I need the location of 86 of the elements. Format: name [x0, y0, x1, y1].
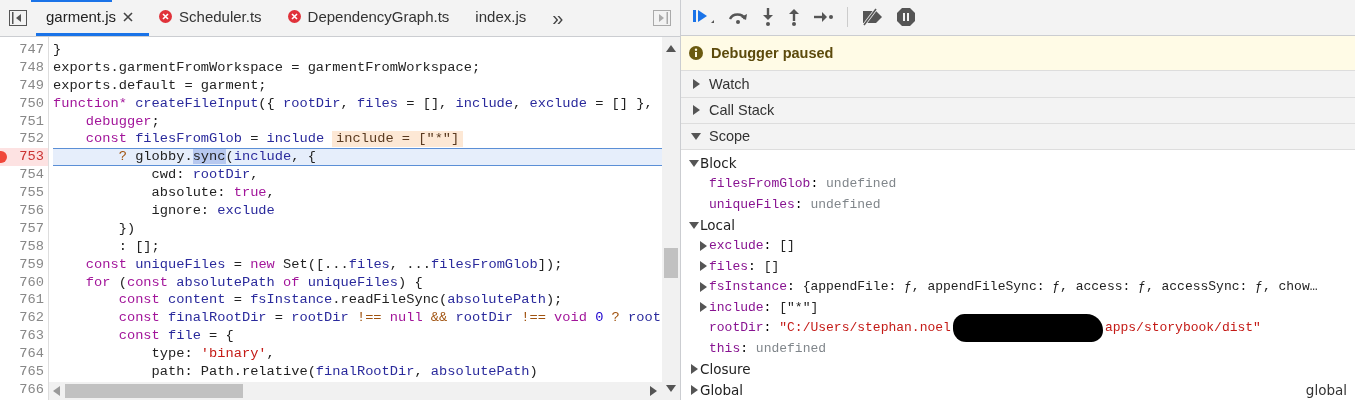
- code-line: for (const absolutePath of uniqueFiles) {: [84, 273, 423, 292]
- code-line: path: Path.relative(finalRootDir, absolutePath): [150, 363, 538, 381]
- info-icon: [689, 46, 703, 61]
- line-number: 762: [19, 310, 44, 326]
- scope-variable: this: undefined: [709, 341, 827, 356]
- line-number: 758: [19, 238, 44, 254]
- vertical-scrollbar[interactable]: [662, 37, 680, 400]
- line-number: 761: [19, 292, 44, 308]
- scope-variable: include: ["*"]: [709, 299, 819, 315]
- code-line: : [];: [117, 237, 160, 256]
- scope-variable: filesFromGlob: undefined: [709, 176, 897, 192]
- inline-value: include = ["*"]: [332, 131, 464, 148]
- section-header[interactable]: Watch: [681, 71, 1355, 98]
- line-number: 754: [19, 167, 44, 183]
- paused-message: Debugger paused: [711, 45, 834, 62]
- line-number: 764: [19, 346, 44, 362]
- scope-variable: rootDir: "C:/Users/stephan.noel: [709, 320, 951, 336]
- scope-value: apps/storybook/dist": [1104, 320, 1261, 336]
- collapsed-triangle-icon[interactable]: [688, 383, 700, 396]
- code-line: exports.garmentFromWorkspace = garmentFromWorkspace;: [53, 58, 481, 77]
- collapsed-triangle-icon[interactable]: [697, 301, 709, 314]
- section-header[interactable]: Call Stack: [681, 97, 1355, 124]
- step-icon[interactable]: [813, 10, 835, 25]
- line-number: 752: [19, 131, 44, 147]
- code-line: const uniqueFiles = new Set([...files, ...filesFromGlob]);: [84, 255, 563, 274]
- collapsed-triangle-icon[interactable]: [690, 78, 702, 90]
- sidebar-toggle-icon[interactable]: [9, 10, 27, 26]
- collapsed-triangle-icon[interactable]: [688, 363, 700, 376]
- close-icon[interactable]: [123, 11, 134, 22]
- scroll-up-icon[interactable]: [666, 45, 676, 52]
- code-line: }): [117, 219, 136, 238]
- line-number: 748: [19, 59, 44, 75]
- code-line: const finalRootDir = rootDir !== null && rootDir !== void 0 ? root: [117, 309, 661, 328]
- code-line: const content = fsInstance.readFileSync(absolutePath);: [117, 291, 563, 310]
- line-number: 765: [19, 364, 44, 380]
- line-number: 751: [19, 113, 44, 129]
- scroll-right-icon[interactable]: [650, 386, 658, 396]
- scroll-thumb[interactable]: [664, 248, 678, 278]
- collapsed-triangle-icon[interactable]: [697, 260, 709, 273]
- scope-variable: exclude: []: [709, 238, 795, 254]
- line-number: 756: [19, 203, 44, 218]
- scope-variable: uniqueFiles: undefined: [709, 196, 881, 212]
- more-tabs-button[interactable]: »: [542, 0, 574, 36]
- sidebar-toggle-icon[interactable]: [653, 10, 671, 26]
- code-line: ignore: exclude: [150, 202, 275, 220]
- editor-tab[interactable]: garment.js: [36, 0, 150, 36]
- pause-icon[interactable]: [896, 7, 916, 28]
- horizontal-scrollbar[interactable]: [49, 382, 662, 400]
- scope-name[interactable]: Block: [700, 155, 737, 172]
- code-line: function* createFileInput({ rootDir, files = [], include, exclude = [] },: [53, 94, 653, 113]
- line-number: 757: [19, 220, 44, 236]
- scope-variable: fsInstance: {appendFile: ƒ, appendFileSync: ƒ, access: ƒ, accessSync: ƒ, chow…: [709, 279, 1318, 295]
- code-line: type: 'binary',: [150, 345, 275, 364]
- scope-name[interactable]: Local: [700, 216, 735, 233]
- line-number: 749: [19, 77, 44, 93]
- step-into-icon[interactable]: [761, 7, 775, 28]
- scroll-down-icon[interactable]: [666, 385, 676, 392]
- scope-variable: files: []: [709, 258, 780, 274]
- code-line: const file = {: [117, 327, 234, 346]
- scope-name[interactable]: Closure: [700, 361, 751, 378]
- editor-tab[interactable]: DependencyGraph.ts: [277, 0, 466, 36]
- editor-tab[interactable]: Scheduler.ts: [149, 0, 278, 36]
- line-number: 750: [19, 95, 44, 111]
- line-number: 755: [19, 185, 44, 201]
- line-number: 763: [19, 328, 44, 344]
- code-line: debugger;: [84, 112, 160, 131]
- deactivate-breakpoints-icon[interactable]: [860, 8, 884, 27]
- collapsed-triangle-icon[interactable]: [690, 104, 702, 117]
- collapsed-triangle-icon[interactable]: [697, 280, 709, 293]
- line-number: 747: [19, 42, 44, 57]
- line-number: 760: [19, 274, 44, 290]
- editor-tab[interactable]: index.js: [465, 0, 543, 36]
- code-line: }: [53, 41, 62, 59]
- code-line: cwd: rootDir,: [150, 166, 259, 185]
- code-line: absolute: true,: [150, 184, 275, 202]
- code-line: exports.default = garment;: [53, 76, 267, 95]
- scope-value: global: [1305, 381, 1348, 398]
- code-line: const filesFromGlob = include: [84, 130, 325, 149]
- scroll-thumb[interactable]: [65, 384, 243, 398]
- line-number: 766: [19, 381, 44, 397]
- collapsed-triangle-icon[interactable]: [697, 239, 709, 252]
- line-number: 759: [19, 256, 44, 272]
- line-number: 753: [19, 149, 44, 165]
- section-header[interactable]: Scope: [681, 123, 1355, 150]
- step-out-icon[interactable]: [787, 7, 801, 28]
- scope-name[interactable]: Global: [700, 381, 744, 398]
